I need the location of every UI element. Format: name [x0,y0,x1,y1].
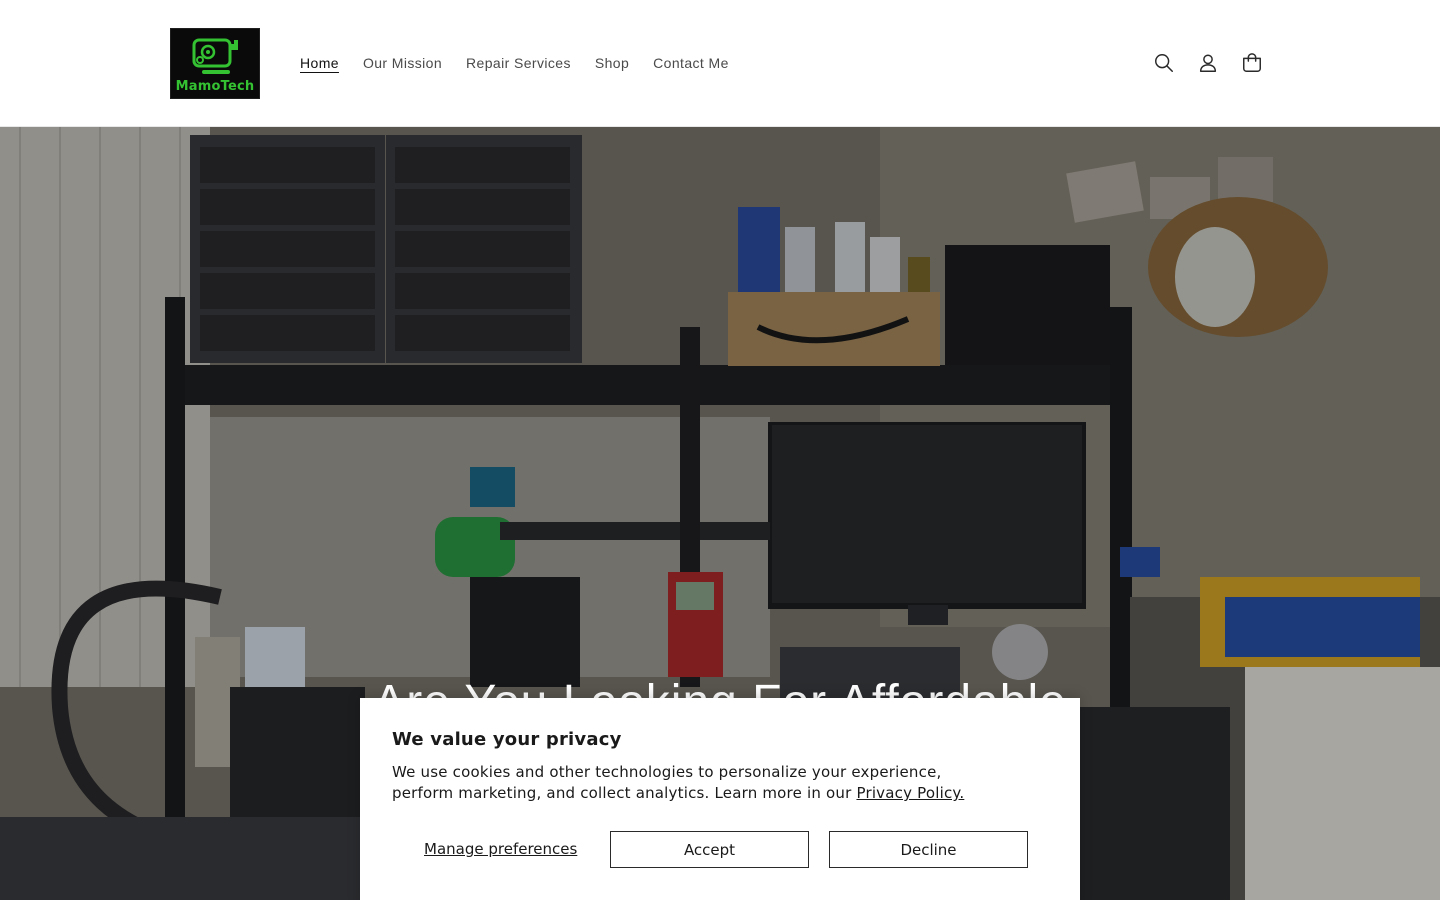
nav-item-repair-services[interactable]: Repair Services [454,52,583,74]
decline-button[interactable]: Decline [829,831,1028,868]
cookie-body: We use cookies and other technologies to… [392,762,992,804]
brand-name: MamoTech [175,79,255,94]
manage-preferences-button[interactable]: Manage preferences [424,840,577,858]
logo-gear-icon [192,38,238,74]
nav-item-our-mission[interactable]: Our Mission [351,52,454,74]
account-button[interactable] [1186,41,1230,85]
privacy-policy-link[interactable]: Privacy Policy. [856,784,964,802]
main-nav: Home Our Mission Repair Services Shop Co… [288,52,741,74]
brand-logo[interactable]: MamoTech [170,28,260,99]
nav-item-shop[interactable]: Shop [583,52,641,74]
search-icon [1155,54,1173,72]
nav-item-home[interactable]: Home [288,52,351,74]
header-icons [1142,41,1274,85]
search-button[interactable] [1142,41,1186,85]
cart-button[interactable] [1230,41,1274,85]
cookie-title: We value your privacy [392,729,622,750]
account-icon [1199,54,1217,72]
accept-button[interactable]: Accept [610,831,809,868]
cookie-actions: Manage preferences Accept Decline [392,831,1028,868]
nav-item-contact-me[interactable]: Contact Me [641,52,741,74]
cart-icon [1243,53,1261,72]
site-header: MamoTech Home Our Mission Repair Service… [0,0,1440,127]
cookie-consent-banner: We value your privacy We use cookies and… [360,698,1080,900]
